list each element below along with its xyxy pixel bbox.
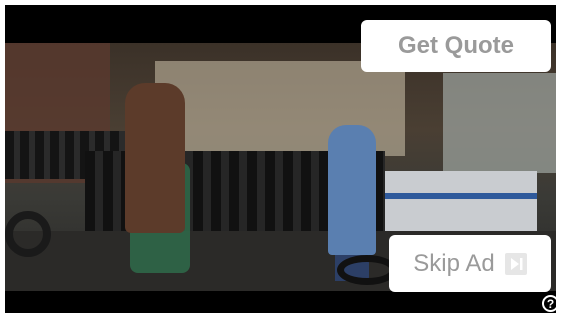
skip-ad-label: Skip Ad [413,249,495,277]
skip-ad-button[interactable]: Skip Ad [389,235,551,292]
get-quote-label: Get Quote [397,32,514,59]
scene-motorcycle-wheel [5,211,51,257]
skip-next-icon [504,252,527,275]
help-glyph: ? [546,296,555,311]
scene-clerk [328,125,376,255]
get-quote-button[interactable]: Get Quote [361,20,551,72]
scene-rider [125,83,185,233]
help-icon[interactable]: ? [542,295,559,312]
scene-counter [385,171,537,231]
scene-floor-tire [337,255,397,285]
scene-counter-stripe [385,193,537,199]
scene-window [443,73,556,173]
